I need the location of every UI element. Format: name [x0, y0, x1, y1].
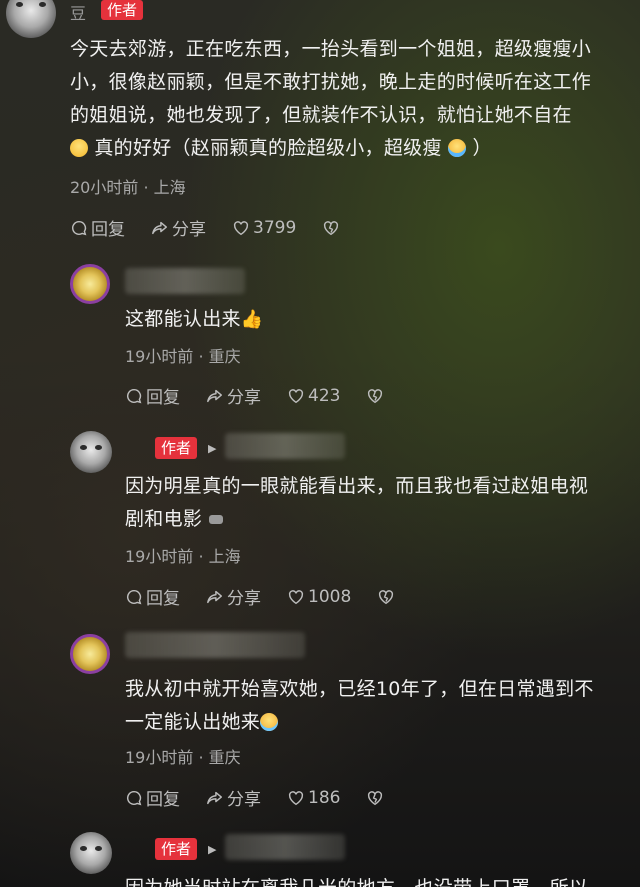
reply-label: 回复 — [146, 790, 180, 810]
like-count: 1008 — [308, 586, 352, 607]
comment-bubble-icon — [126, 388, 142, 403]
smile-emoji-icon — [70, 139, 88, 157]
avatar[interactable] — [70, 634, 110, 674]
reply-button[interactable]: 回复 — [125, 383, 180, 408]
username-blurred[interactable] — [125, 632, 305, 658]
comment-line-end: ） — [472, 137, 492, 159]
comment-line: 这都能认出来 — [125, 308, 241, 330]
share-label: 分享 — [227, 388, 261, 408]
comment-5: 作者 ▶ 因为她当时站在离我几米的地方，也没带上口罩，所以 — [0, 828, 640, 887]
avatar[interactable] — [6, 0, 56, 38]
comment-text: 因为她当时站在离我几米的地方，也没带上口罩，所以 — [125, 872, 588, 887]
reply-label: 回复 — [146, 589, 180, 609]
broken-heart-icon — [324, 220, 339, 235]
comment-text: 今天去郊游，正在吃东西，一抬头看到一个姐姐，超级瘦瘦小 小，很像赵丽颖，但是不敢… — [70, 33, 640, 165]
share-label: 分享 — [172, 220, 206, 240]
comment-time-location: 19小时前 · 上海 — [125, 547, 241, 566]
reply-to-caret-icon: ▶ — [208, 442, 217, 455]
avatar[interactable] — [70, 832, 112, 874]
comment-actions: 回复 分享 423 — [125, 383, 384, 408]
heart-icon — [288, 388, 304, 403]
reply-button[interactable]: 回复 — [125, 584, 180, 609]
share-arrow-icon — [152, 221, 168, 234]
heart-icon — [233, 220, 249, 235]
like-count: 3799 — [253, 217, 297, 238]
comment-text: 因为明星真的一眼就能看出来，而且我也看过赵姐电视 剧和电影 — [125, 470, 588, 536]
comment-actions: 回复 分享 1008 — [125, 584, 395, 609]
comment-line-text: 真的好好（赵丽颖真的脸超级小，超级瘦 — [94, 137, 442, 159]
reply-button[interactable]: 回复 — [125, 785, 180, 810]
broken-heart-icon — [368, 790, 383, 805]
avatar[interactable] — [70, 264, 110, 304]
comment-4: 我从初中就开始喜欢她，已经10年了，但在日常遇到不 一定能认出她来 19小时前 … — [0, 630, 640, 820]
like-button[interactable]: 1008 — [287, 587, 351, 607]
comment-2: 这都能认出来👍 19小时前 · 重庆 回复 分享 423 — [0, 258, 640, 418]
share-arrow-icon — [207, 389, 223, 402]
comment-bubble-icon — [126, 790, 142, 805]
crying-emoji-icon — [448, 139, 467, 157]
share-arrow-icon — [207, 791, 223, 804]
reply-label: 回复 — [146, 388, 180, 408]
comment-line: 的姐姐说，她也发现了，但就装作不认识，就怕让她不自在 — [70, 104, 572, 126]
comment-bubble-icon — [126, 589, 142, 604]
heart-icon — [288, 589, 304, 604]
comment-text: 我从初中就开始喜欢她，已经10年了，但在日常遇到不 一定能认出她来 — [125, 673, 640, 739]
share-button[interactable]: 分享 — [206, 584, 261, 609]
like-button[interactable]: 423 — [287, 386, 340, 406]
comment-text: 这都能认出来👍 — [125, 303, 264, 336]
reply-label: 回复 — [91, 220, 125, 240]
share-label: 分享 — [227, 589, 261, 609]
comment-1: 豆 作者 今天去郊游，正在吃东西，一抬头看到一个姐姐，超级瘦瘦小 小，很像赵丽颖… — [0, 0, 640, 250]
reply-to-caret-icon: ▶ — [208, 843, 217, 856]
comment-3: 作者 ▶ 因为明星真的一眼就能看出来，而且我也看过赵姐电视 剧和电影 19小时前… — [0, 425, 640, 625]
dislike-button[interactable] — [366, 387, 384, 405]
comment-time-location: 20小时前 · 上海 — [70, 178, 186, 197]
comment-line: 今天去郊游，正在吃东西，一抬头看到一个姐姐，超级瘦瘦小 — [70, 38, 592, 60]
comment-time-location: 19小时前 · 重庆 — [125, 748, 241, 767]
dislike-button[interactable] — [366, 789, 384, 807]
username-blurred[interactable] — [225, 834, 345, 860]
username-partial[interactable]: 豆 — [70, 0, 86, 24]
author-badge: 作者 — [155, 838, 198, 860]
comment-actions: 回复 分享 3799 — [70, 215, 340, 240]
like-count: 186 — [308, 787, 341, 808]
username-blurred[interactable] — [125, 268, 245, 294]
dislike-button[interactable] — [377, 588, 395, 606]
comment-line: 剧和电影 — [125, 503, 588, 536]
broken-heart-icon — [368, 388, 383, 403]
share-label: 分享 — [227, 790, 261, 810]
heart-icon — [288, 790, 304, 805]
share-button[interactable]: 分享 — [206, 785, 261, 810]
comment-line-text: 一定能认出她来 — [125, 711, 261, 733]
like-button[interactable]: 186 — [287, 788, 340, 808]
dislike-button[interactable] — [322, 219, 340, 237]
comment-line: 我从初中就开始喜欢她，已经10年了，但在日常遇到不 — [125, 678, 594, 700]
grin-emoji-icon — [208, 515, 223, 524]
comment-line: 因为明星真的一眼就能看出来，而且我也看过赵姐电视 — [125, 475, 589, 497]
share-button[interactable]: 分享 — [151, 215, 206, 240]
author-badge: 作者 — [155, 437, 198, 459]
avatar[interactable] — [70, 431, 112, 473]
username-blurred[interactable] — [225, 433, 345, 459]
comment-line-text: 剧和电影 — [125, 508, 203, 530]
comment-line: 真的好好（赵丽颖真的脸超级小，超级瘦 ） — [70, 132, 640, 165]
laughing-emoji-icon — [260, 713, 279, 731]
comment-line: 因为她当时站在离我几米的地方，也没带上口罩，所以 — [125, 877, 588, 887]
like-button[interactable]: 3799 — [232, 218, 296, 238]
comment-time-location: 19小时前 · 重庆 — [125, 347, 241, 366]
share-arrow-icon — [207, 590, 223, 603]
like-count: 423 — [308, 385, 341, 406]
share-button[interactable]: 分享 — [206, 383, 261, 408]
comment-line: 小，很像赵丽颖，但是不敢打扰她，晚上走的时候听在这工作 — [70, 71, 592, 93]
comment-actions: 回复 分享 186 — [125, 785, 384, 810]
author-badge: 作者 — [101, 0, 144, 20]
reply-button[interactable]: 回复 — [70, 215, 125, 240]
comment-line: 一定能认出她来 — [125, 706, 640, 739]
broken-heart-icon — [379, 589, 394, 604]
thumbs-up-emoji-icon: 👍 — [240, 309, 264, 330]
comment-bubble-icon — [71, 220, 87, 235]
